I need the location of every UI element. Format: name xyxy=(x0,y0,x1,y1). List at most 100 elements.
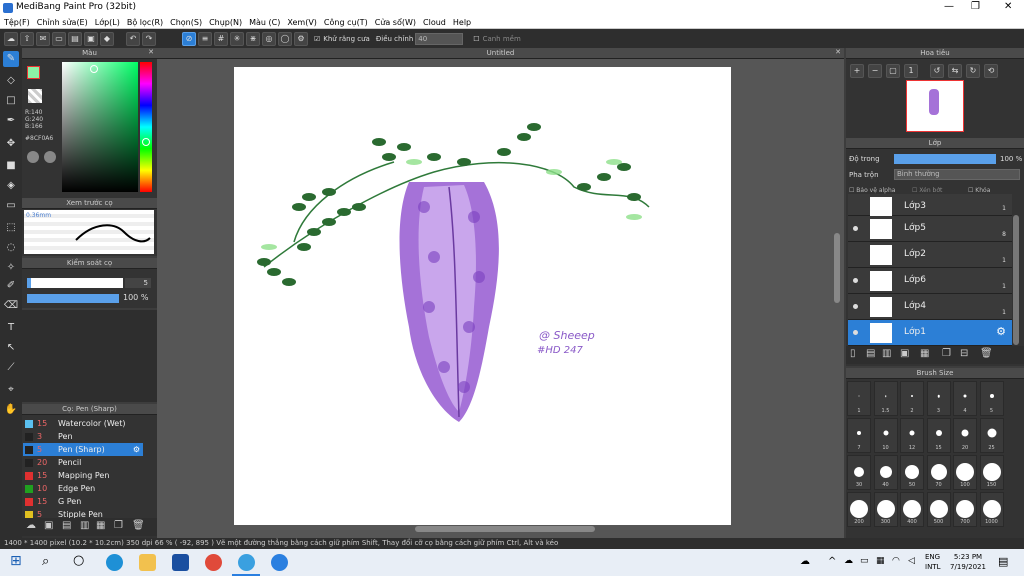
notification-icon[interactable]: ▤ xyxy=(998,555,1008,568)
new-8bit-layer-icon[interactable]: ▥ xyxy=(882,348,891,359)
flip-icon[interactable]: ⇆ xyxy=(948,64,962,78)
maximize-icon[interactable]: ❐ xyxy=(971,1,980,12)
actual-size-icon[interactable]: 1 xyxy=(904,64,918,78)
canvas-tab[interactable]: Untitled xyxy=(157,48,844,59)
delete-layer-icon[interactable]: 🗑 xyxy=(980,348,993,359)
brush-size-cell[interactable]: 100 xyxy=(953,455,977,490)
add-brush-icon[interactable]: ▣ xyxy=(44,520,53,531)
tray-chevron-icon[interactable]: ^ xyxy=(828,556,836,567)
snap-soft-checkbox[interactable]: ☐ xyxy=(473,35,479,43)
snap-vanish-icon[interactable]: ⋇ xyxy=(246,31,260,46)
menu-item[interactable]: Cloud xyxy=(423,18,446,27)
lock-checkbox[interactable]: ☐ Khóa xyxy=(968,187,990,194)
merge-layer-icon[interactable]: ⊟ xyxy=(960,348,968,359)
fill-rect-tool-icon[interactable]: ■ xyxy=(3,158,19,174)
brush-item[interactable]: 3 Pen xyxy=(23,430,143,443)
snap-circle-icon[interactable]: ◎ xyxy=(262,31,276,46)
task-view-icon[interactable]: ○ xyxy=(73,553,84,568)
snap-radial-icon[interactable]: ✳ xyxy=(230,31,244,46)
wifi-icon[interactable]: ◠ xyxy=(892,556,900,566)
hue-slider[interactable] xyxy=(140,62,152,192)
snap-grid-icon[interactable]: # xyxy=(214,31,228,46)
layer-item[interactable]: Lớp4 1 xyxy=(848,294,1012,320)
dot-tool-icon[interactable]: □ xyxy=(3,93,19,109)
operation-tool-icon[interactable]: ↖ xyxy=(3,340,19,356)
hand-tool-icon[interactable]: ✋ xyxy=(3,402,19,418)
medibang-taskbar-icon[interactable] xyxy=(238,554,255,571)
transform-icon[interactable]: ▣ xyxy=(84,31,98,46)
brush-size-cell[interactable]: 70 xyxy=(926,455,951,490)
brush-size-cell[interactable]: 200 xyxy=(847,492,871,527)
close-icon[interactable]: ✕ xyxy=(1004,1,1012,12)
rotate-left-icon[interactable]: ↺ xyxy=(930,64,944,78)
panel-close-icon[interactable]: ✕ xyxy=(148,48,154,56)
duplicate-layer-icon[interactable]: ❐ xyxy=(942,348,951,359)
select-pen-icon[interactable]: ✐ xyxy=(3,278,19,294)
navigator-thumbnail[interactable] xyxy=(906,80,964,132)
shapes-icon[interactable]: ◆ xyxy=(100,31,114,46)
brush-size-cell[interactable]: 7 xyxy=(847,418,871,453)
menu-item[interactable]: Màu (C) xyxy=(249,18,280,27)
layer-opacity-slider[interactable] xyxy=(894,154,996,164)
brush-size-cell[interactable]: 10 xyxy=(873,418,898,453)
layer-item[interactable]: Lớp1 ⚙ xyxy=(848,320,1012,346)
brush-gear-icon[interactable]: ⚙ xyxy=(133,443,140,456)
zalo-icon[interactable] xyxy=(271,554,288,571)
delete-brush-icon[interactable]: 🗑 xyxy=(132,520,145,531)
drawing-canvas[interactable]: @ Sheeep #HD 247 xyxy=(234,67,731,525)
brush-item[interactable]: 15 Watercolor (Wet) xyxy=(23,417,143,430)
text-tool-icon[interactable]: T xyxy=(3,320,19,336)
new-halftone-layer-icon[interactable]: ▤ xyxy=(866,348,875,359)
bucket-tool-icon[interactable]: ◈ xyxy=(3,178,19,194)
snap-parallel-icon[interactable]: ≡ xyxy=(198,31,212,46)
brush-size-value[interactable]: 5 xyxy=(125,278,151,288)
file-explorer-icon[interactable] xyxy=(139,554,156,571)
reset-rotate-icon[interactable]: ⟲ xyxy=(984,64,998,78)
brush-size-cell[interactable]: 5 xyxy=(979,381,1004,416)
select-tool-icon[interactable]: ⬚ xyxy=(3,220,19,236)
vertical-scrollbar[interactable] xyxy=(834,233,840,303)
brush-size-cell[interactable]: 1.5 xyxy=(873,381,898,416)
horizontal-scrollbar[interactable] xyxy=(415,526,595,532)
brush-size-cell[interactable]: 400 xyxy=(900,492,924,527)
fit-icon[interactable]: ▢ xyxy=(886,64,900,78)
brush-opacity-slider[interactable] xyxy=(27,294,119,303)
search-icon[interactable]: ⌕ xyxy=(42,554,49,569)
brush-size-cell[interactable]: 1000 xyxy=(979,492,1004,527)
zoom-in-icon[interactable]: + xyxy=(850,64,864,78)
layer-visibility-icon[interactable] xyxy=(853,278,858,283)
brush-item[interactable]: 5 Pen (Sharp) ⚙ xyxy=(23,443,143,456)
undo-icon[interactable]: ↶ xyxy=(126,31,140,46)
cloud-sync-icon[interactable]: ☁ xyxy=(844,556,853,566)
language-indicator[interactable]: ENG INTL xyxy=(925,552,940,572)
cloud-brush-icon[interactable]: ☁ xyxy=(26,520,36,531)
panel-icon[interactable]: ▤ xyxy=(68,31,82,46)
snap-off-icon[interactable]: ⊘ xyxy=(182,31,196,46)
folder-icon[interactable]: ▦ xyxy=(96,520,105,531)
antialias-checkbox[interactable]: ☑ xyxy=(314,35,320,43)
eraser-tool-icon[interactable]: ◇ xyxy=(3,73,19,89)
brush-size-cell[interactable]: 500 xyxy=(926,492,951,527)
brush-size-cell[interactable]: 3 xyxy=(926,381,951,416)
move-tool-icon[interactable]: ✥ xyxy=(3,136,19,152)
menu-item[interactable]: Cửa sổ(W) xyxy=(375,18,416,27)
brush-size-cell[interactable]: 25 xyxy=(979,418,1004,453)
tablet-icon[interactable]: ▭ xyxy=(52,31,66,46)
menu-item[interactable]: Tệp(F) xyxy=(4,18,30,27)
brush-size-slider[interactable] xyxy=(27,278,123,288)
brush-settings-icon[interactable]: ▥ xyxy=(80,520,89,531)
blend-mode-select[interactable]: Bình thường xyxy=(894,169,1020,180)
weather-icon[interactable]: ☁ xyxy=(800,556,810,567)
saturation-value-picker[interactable] xyxy=(62,62,138,192)
menu-item[interactable]: Công cụ(T) xyxy=(324,18,368,27)
brush-size-cell[interactable]: 150 xyxy=(979,455,1004,490)
clock[interactable]: 5:23 PM 7/19/2021 xyxy=(948,552,988,572)
brush-size-cell[interactable]: 30 xyxy=(847,455,871,490)
brush-item[interactable]: 15 G Pen xyxy=(23,495,143,508)
duplicate-brush-icon[interactable]: ❐ xyxy=(114,520,123,531)
select-eraser-icon[interactable]: ⌫ xyxy=(3,298,19,314)
edge-browser-icon[interactable] xyxy=(106,554,123,571)
brush-item[interactable]: 15 Mapping Pen xyxy=(23,469,143,482)
cloud-icon[interactable]: ☁ xyxy=(4,31,18,46)
menu-item[interactable]: Help xyxy=(453,18,471,27)
